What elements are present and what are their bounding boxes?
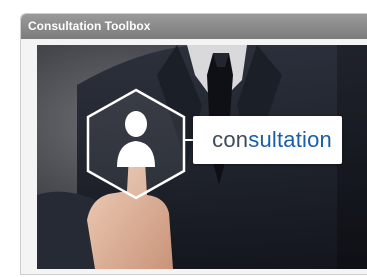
- banner-image[interactable]: consultation: [37, 45, 367, 269]
- consultation-toolbox-panel: Consultation Toolbox consultation: [20, 13, 367, 275]
- label-part-a: con: [212, 127, 249, 152]
- top-strip: [0, 0, 367, 10]
- label-part-b: sultation: [248, 127, 332, 152]
- consultation-label: consultation: [193, 116, 342, 164]
- panel-title: Consultation Toolbox: [21, 14, 367, 39]
